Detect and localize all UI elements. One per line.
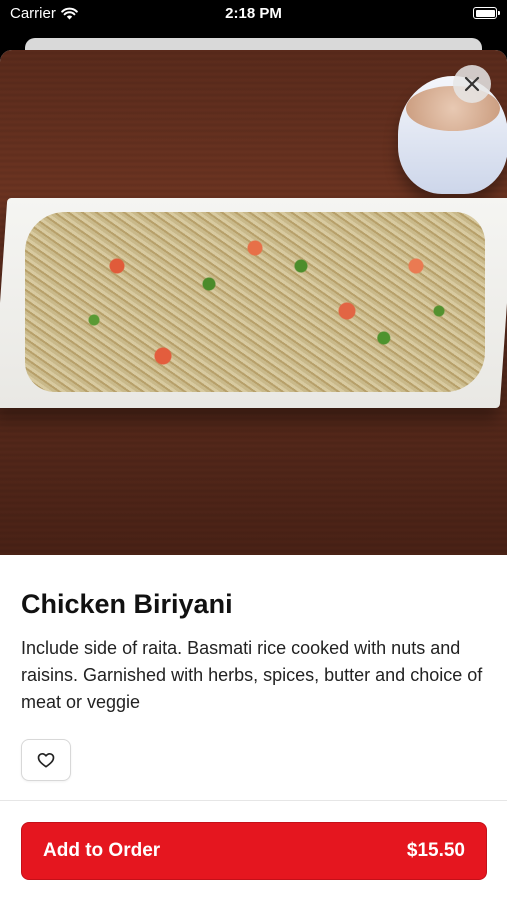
battery-icon: [473, 7, 500, 19]
raita-bowl-image: [398, 76, 507, 194]
divider: [0, 800, 507, 801]
item-description: Include side of raita. Basmati rice cook…: [21, 638, 483, 712]
status-bar: Carrier 2:18 PM: [0, 0, 507, 30]
close-icon: [464, 76, 480, 92]
add-to-order-button[interactable]: Add to Order $15.50: [21, 822, 487, 880]
item-title: Chicken Biriyani: [21, 589, 233, 619]
close-button[interactable]: [453, 65, 491, 103]
item-price: $15.50: [406, 840, 465, 861]
biriyani-image: [25, 212, 485, 392]
item-detail-sheet: Chicken Biriyani Include side of raita. …: [0, 50, 507, 900]
heart-icon: [37, 752, 55, 768]
favorite-button[interactable]: [21, 739, 71, 781]
item-photo: [0, 50, 507, 555]
status-time: 2:18 PM: [225, 5, 282, 22]
add-to-order-label: Add to Order: [43, 840, 161, 861]
